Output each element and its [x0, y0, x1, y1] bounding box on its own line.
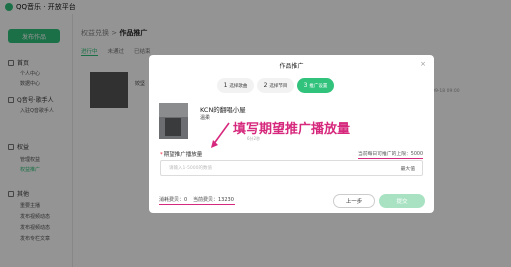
promotion-dialog: 作品推广 × 1 选择歌曲 2 选择节目 3 推广设置 KCN的翻唱小屋 温柔 … — [149, 55, 434, 213]
dialog-title: 作品推广 — [279, 63, 304, 70]
cost-text: 消耗费贝：0 — [159, 197, 188, 203]
annotation-text: 填写期望推广播放量 — [233, 122, 351, 137]
previous-step-button[interactable]: 上一步 — [333, 194, 375, 208]
song-artist: 温柔 — [200, 115, 211, 121]
field-label: *期望推广播放量 — [160, 152, 203, 158]
song-cover-image — [159, 103, 188, 139]
annotation-underline — [159, 204, 235, 205]
step-select-song: 1 选择歌曲 — [217, 78, 254, 93]
song-title: KCN的翻唱小屋 — [200, 106, 246, 114]
step-promotion-settings: 3 推广设置 — [297, 78, 334, 93]
close-icon[interactable]: × — [420, 60, 426, 68]
step-select-program: 2 选择节目 — [257, 78, 294, 93]
input-placeholder: 请输入1-5000的数值 — [169, 166, 212, 171]
max-value-button[interactable]: 最大值 — [401, 165, 415, 172]
play-count-input[interactable]: 请输入1-5000的数值 最大值 — [160, 160, 423, 176]
submit-button[interactable]: 提交 — [379, 194, 425, 208]
required-mark: * — [160, 152, 163, 158]
step-indicator: 1 选择歌曲 2 选择节目 3 推广设置 — [217, 78, 334, 93]
balance-text: 当前费贝：13230 — [193, 197, 234, 203]
daily-limit-text: 当前每日可推广的上限：5000 — [358, 152, 423, 159]
annotation-arrow-icon — [211, 122, 230, 148]
